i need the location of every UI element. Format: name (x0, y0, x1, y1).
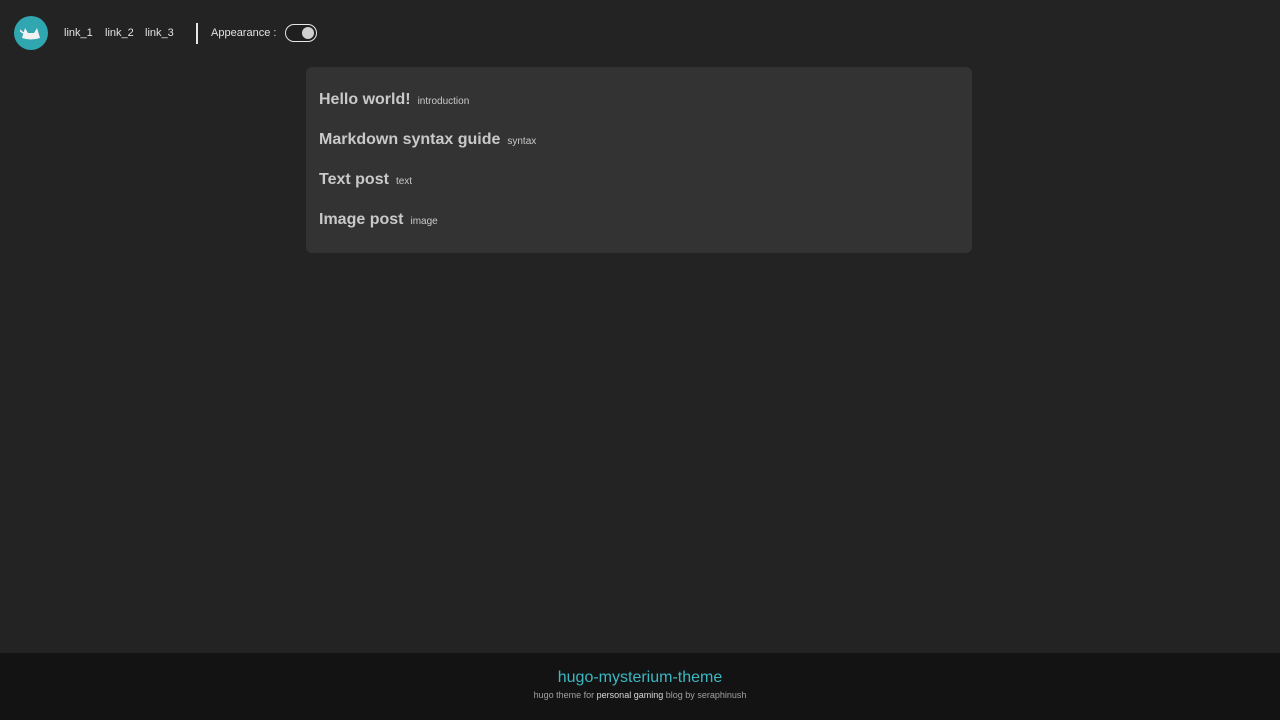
nav-divider (196, 23, 198, 44)
site-footer: hugo-mysterium-theme hugo theme for pers… (0, 653, 1280, 720)
post-item: Markdown syntax guide syntax (319, 131, 536, 149)
post-title-link[interactable]: Text post (319, 171, 389, 189)
nav-link-2[interactable]: link_2 (105, 27, 134, 39)
footer-subtitle: hugo theme for personal gaming blog by s… (0, 690, 1280, 700)
footer-title-link[interactable]: hugo-mysterium-theme (0, 669, 1280, 687)
post-tag-link[interactable]: syntax (507, 136, 536, 147)
post-item: Hello world! introduction (319, 91, 469, 109)
post-title-link[interactable]: Markdown syntax guide (319, 131, 500, 149)
footer-sub-blog: blog (665, 690, 683, 700)
site-logo[interactable] (14, 16, 48, 50)
site-header: link_1 link_2 link_3 Appearance : (0, 0, 1280, 66)
footer-sub-by: by (685, 690, 695, 700)
toggle-knob (302, 27, 314, 39)
post-title-link[interactable]: Hello world! (319, 91, 411, 109)
post-item: Image post image (319, 211, 438, 229)
footer-sub-personal: personal (596, 690, 632, 700)
footer-sub-prefix: hugo theme for (533, 690, 595, 700)
footer-sub-gaming: gaming (633, 690, 664, 700)
cat-logo-icon (20, 28, 40, 40)
appearance-label: Appearance : (211, 27, 277, 39)
post-item: Text post text (319, 171, 412, 189)
nav-link-1[interactable]: link_1 (64, 27, 93, 39)
appearance-toggle[interactable] (285, 24, 317, 42)
post-tag-link[interactable]: text (396, 176, 412, 187)
post-title-link[interactable]: Image post (319, 211, 403, 229)
nav-link-3[interactable]: link_3 (145, 27, 174, 39)
post-tag-link[interactable]: introduction (418, 96, 470, 107)
footer-author-link[interactable]: seraphinush (697, 690, 746, 700)
post-tag-link[interactable]: image (410, 216, 437, 227)
post-list-card: Hello world! introduction Markdown synta… (306, 67, 972, 253)
